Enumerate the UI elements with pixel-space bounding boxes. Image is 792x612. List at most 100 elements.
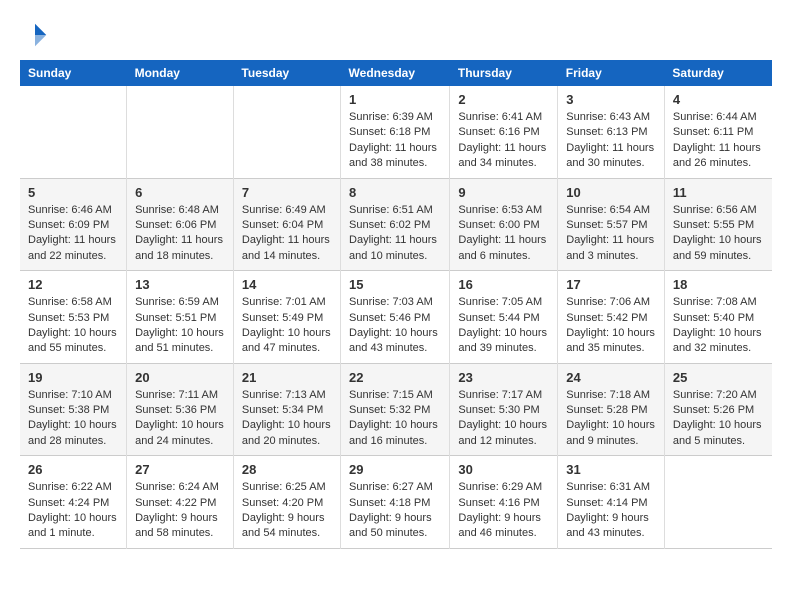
day-number: 25 <box>673 370 764 385</box>
calendar-cell: 20 Sunrise: 7:11 AMSunset: 5:36 PMDayligh… <box>127 363 234 456</box>
day-number: 9 <box>458 185 549 200</box>
day-number: 10 <box>566 185 656 200</box>
day-number: 5 <box>28 185 118 200</box>
day-info: Sunrise: 6:22 AMSunset: 4:24 PMDaylight:… <box>28 480 118 542</box>
calendar-cell: 1 Sunrise: 6:39 AMSunset: 6:18 PMDaylight… <box>341 86 450 178</box>
calendar-cell: 28Sunrise: 6:25 AMSunset: 4:20 PMDayligh… <box>233 456 340 549</box>
page-header <box>20 20 772 50</box>
calendar-cell: 24Sunrise: 7:18 AMSunset: 5:28 PMDayligh… <box>558 363 665 456</box>
day-number: 26 <box>28 462 118 477</box>
day-info: Sunrise: 6:27 AMSunset: 4:18 PMDaylight:… <box>349 480 441 542</box>
day-info: Sunrise: 7:18 AMSunset: 5:28 PMDaylight:… <box>566 388 656 450</box>
day-info: Sunrise: 7:20 AMSunset: 5:26 PMDaylight:… <box>673 388 764 450</box>
calendar-cell: 25 Sunrise: 7:20 AMSunset: 5:26 PMDayligh… <box>664 363 772 456</box>
day-info: Sunrise: 7:17 AMSunset: 5:30 PMDaylight:… <box>458 388 549 450</box>
calendar-cell: 5 Sunrise: 6:46 AMSunset: 6:09 PMDaylight… <box>20 178 127 271</box>
calendar-cell: 21Sunrise: 7:13 AMSunset: 5:34 PMDayligh… <box>233 363 340 456</box>
day-info: Sunrise: 7:08 AMSunset: 5:40 PMDaylight:… <box>673 295 764 357</box>
day-info: Sunrise: 6:24 AMSunset: 4:22 PMDaylight:… <box>135 480 225 542</box>
day-number: 28 <box>242 462 332 477</box>
day-info: Sunrise: 6:53 AMSunset: 6:00 PMDaylight:… <box>458 203 549 265</box>
day-number: 12 <box>28 277 118 292</box>
calendar-cell: 9 Sunrise: 6:53 AMSunset: 6:00 PMDaylight… <box>450 178 558 271</box>
day-number: 16 <box>458 277 549 292</box>
weekday-header-friday: Friday <box>558 60 665 86</box>
day-number: 15 <box>349 277 441 292</box>
day-info: Sunrise: 6:56 AMSunset: 5:55 PMDaylight:… <box>673 203 764 265</box>
day-info: Sunrise: 6:41 AMSunset: 6:16 PMDaylight:… <box>458 110 549 172</box>
day-number: 11 <box>673 185 764 200</box>
day-number: 18 <box>673 277 764 292</box>
day-info: Sunrise: 6:58 AMSunset: 5:53 PMDaylight:… <box>28 295 118 357</box>
calendar-cell: 19Sunrise: 7:10 AMSunset: 5:38 PMDayligh… <box>20 363 127 456</box>
day-info: Sunrise: 7:03 AMSunset: 5:46 PMDaylight:… <box>349 295 441 357</box>
calendar-cell: 17 Sunrise: 7:06 AMSunset: 5:42 PMDayligh… <box>558 271 665 364</box>
day-info: Sunrise: 6:39 AMSunset: 6:18 PMDaylight:… <box>349 110 441 172</box>
calendar-cell: 12 Sunrise: 6:58 AMSunset: 5:53 PMDayligh… <box>20 271 127 364</box>
weekday-header-row: SundayMondayTuesdayWednesdayThursdayFrid… <box>20 60 772 86</box>
day-number: 2 <box>458 92 549 107</box>
day-number: 21 <box>242 370 332 385</box>
day-number: 8 <box>349 185 441 200</box>
calendar-table: SundayMondayTuesdayWednesdayThursdayFrid… <box>20 60 772 549</box>
calendar-cell: 15 Sunrise: 7:03 AMSunset: 5:46 PMDayligh… <box>341 271 450 364</box>
calendar-body: 1 Sunrise: 6:39 AMSunset: 6:18 PMDaylight… <box>20 86 772 548</box>
day-info: Sunrise: 7:05 AMSunset: 5:44 PMDaylight:… <box>458 295 549 357</box>
day-info: Sunrise: 7:01 AMSunset: 5:49 PMDaylight:… <box>242 295 332 357</box>
day-number: 31 <box>566 462 656 477</box>
day-number: 7 <box>242 185 332 200</box>
calendar-cell: 23 Sunrise: 7:17 AMSunset: 5:30 PMDayligh… <box>450 363 558 456</box>
calendar-cell: 26 Sunrise: 6:22 AMSunset: 4:24 PMDayligh… <box>20 456 127 549</box>
day-info: Sunrise: 6:54 AMSunset: 5:57 PMDaylight:… <box>566 203 656 265</box>
day-info: Sunrise: 6:43 AMSunset: 6:13 PMDaylight:… <box>566 110 656 172</box>
day-number: 1 <box>349 92 441 107</box>
day-number: 6 <box>135 185 225 200</box>
calendar-cell: 6 Sunrise: 6:48 AMSunset: 6:06 PMDaylight… <box>127 178 234 271</box>
week-row-2: 5 Sunrise: 6:46 AMSunset: 6:09 PMDaylight… <box>20 178 772 271</box>
day-number: 13 <box>135 277 225 292</box>
calendar-cell: 2 Sunrise: 6:41 AMSunset: 6:16 PMDaylight… <box>450 86 558 178</box>
day-number: 23 <box>458 370 549 385</box>
day-info: Sunrise: 7:15 AMSunset: 5:32 PMDaylight:… <box>349 388 441 450</box>
week-row-1: 1 Sunrise: 6:39 AMSunset: 6:18 PMDaylight… <box>20 86 772 178</box>
day-number: 17 <box>566 277 656 292</box>
day-number: 14 <box>242 277 332 292</box>
day-info: Sunrise: 6:48 AMSunset: 6:06 PMDaylight:… <box>135 203 225 265</box>
day-info: Sunrise: 7:06 AMSunset: 5:42 PMDaylight:… <box>566 295 656 357</box>
calendar-cell: 10 Sunrise: 6:54 AMSunset: 5:57 PMDayligh… <box>558 178 665 271</box>
day-info: Sunrise: 6:59 AMSunset: 5:51 PMDaylight:… <box>135 295 225 357</box>
week-row-5: 26 Sunrise: 6:22 AMSunset: 4:24 PMDayligh… <box>20 456 772 549</box>
calendar-cell: 27 Sunrise: 6:24 AMSunset: 4:22 PMDayligh… <box>127 456 234 549</box>
calendar-cell: 3Sunrise: 6:43 AMSunset: 6:13 PMDaylight… <box>558 86 665 178</box>
day-number: 30 <box>458 462 549 477</box>
calendar-cell <box>20 86 127 178</box>
logo-icon <box>20 20 50 50</box>
day-info: Sunrise: 6:44 AMSunset: 6:11 PMDaylight:… <box>673 110 764 172</box>
calendar-cell: 18 Sunrise: 7:08 AMSunset: 5:40 PMDayligh… <box>664 271 772 364</box>
day-info: Sunrise: 6:29 AMSunset: 4:16 PMDaylight:… <box>458 480 549 542</box>
calendar-cell: 29Sunrise: 6:27 AMSunset: 4:18 PMDayligh… <box>341 456 450 549</box>
day-info: Sunrise: 7:11 AMSunset: 5:36 PMDaylight:… <box>135 388 225 450</box>
calendar-header: SundayMondayTuesdayWednesdayThursdayFrid… <box>20 60 772 86</box>
calendar-cell: 16 Sunrise: 7:05 AMSunset: 5:44 PMDayligh… <box>450 271 558 364</box>
weekday-header-monday: Monday <box>127 60 234 86</box>
logo <box>20 20 54 50</box>
calendar-cell: 4Sunrise: 6:44 AMSunset: 6:11 PMDaylight… <box>664 86 772 178</box>
week-row-4: 19Sunrise: 7:10 AMSunset: 5:38 PMDayligh… <box>20 363 772 456</box>
weekday-header-sunday: Sunday <box>20 60 127 86</box>
day-info: Sunrise: 6:46 AMSunset: 6:09 PMDaylight:… <box>28 203 118 265</box>
day-number: 20 <box>135 370 225 385</box>
day-info: Sunrise: 6:49 AMSunset: 6:04 PMDaylight:… <box>242 203 332 265</box>
day-number: 27 <box>135 462 225 477</box>
weekday-header-wednesday: Wednesday <box>341 60 450 86</box>
calendar-cell <box>233 86 340 178</box>
day-number: 22 <box>349 370 441 385</box>
day-info: Sunrise: 6:51 AMSunset: 6:02 PMDaylight:… <box>349 203 441 265</box>
weekday-header-thursday: Thursday <box>450 60 558 86</box>
week-row-3: 12 Sunrise: 6:58 AMSunset: 5:53 PMDayligh… <box>20 271 772 364</box>
calendar-cell: 14 Sunrise: 7:01 AMSunset: 5:49 PMDayligh… <box>233 271 340 364</box>
day-info: Sunrise: 6:31 AMSunset: 4:14 PMDaylight:… <box>566 480 656 542</box>
calendar-cell: 8 Sunrise: 6:51 AMSunset: 6:02 PMDaylight… <box>341 178 450 271</box>
calendar-cell: 31 Sunrise: 6:31 AMSunset: 4:14 PMDayligh… <box>558 456 665 549</box>
day-info: Sunrise: 7:10 AMSunset: 5:38 PMDaylight:… <box>28 388 118 450</box>
